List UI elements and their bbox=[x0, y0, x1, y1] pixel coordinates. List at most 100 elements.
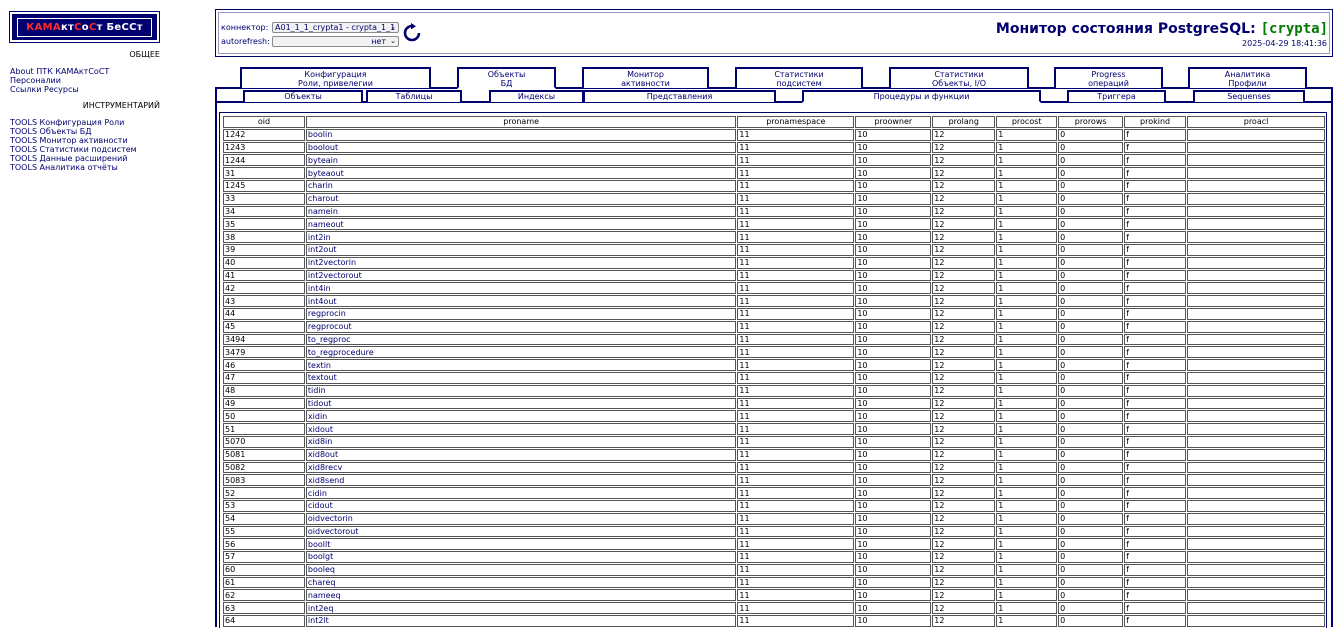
table-row[interactable]: 60 booleq 11 10 12 1 0 f bbox=[223, 563, 1325, 576]
column-header-prorows[interactable]: prorows bbox=[1058, 116, 1124, 128]
main-tab[interactable]: Статистики Объекты, I/O bbox=[889, 67, 1029, 88]
table-row[interactable]: 49 tidout 11 10 12 1 0 f bbox=[223, 397, 1325, 410]
sidebar-link[interactable]: About ПТК КАМАктСоСТ bbox=[10, 67, 109, 76]
sidebar-link[interactable]: TOOLS Статистики подсистем bbox=[10, 145, 137, 154]
table-row[interactable]: 51 xidout 11 10 12 1 0 f bbox=[223, 423, 1325, 435]
cell-proname[interactable]: boolin bbox=[305, 128, 737, 141]
column-header-proowner[interactable]: proowner bbox=[855, 116, 932, 128]
cell-proname[interactable]: nameout bbox=[305, 218, 737, 231]
sidebar-link[interactable]: TOOLS Объекты БД bbox=[10, 127, 91, 136]
table-row[interactable]: 5081 xid8out 11 10 12 1 0 f bbox=[223, 448, 1325, 461]
cell-proname[interactable]: int4out bbox=[305, 295, 737, 307]
main-tab[interactable]: Аналитика Профили bbox=[1188, 67, 1307, 88]
column-header-prolang[interactable]: prolang bbox=[932, 116, 996, 128]
main-tab[interactable]: Монитор активности bbox=[582, 67, 709, 88]
table-row[interactable]: 43 int4out 11 10 12 1 0 f bbox=[223, 295, 1325, 307]
cell-proname[interactable]: nameeq bbox=[305, 589, 737, 602]
table-row[interactable]: 61 chareq 11 10 12 1 0 f bbox=[223, 576, 1325, 589]
table-row[interactable]: 1242 boolin 11 10 12 1 0 f bbox=[223, 128, 1325, 141]
table-row[interactable]: 46 textin 11 10 12 1 0 f bbox=[223, 359, 1325, 371]
table-row[interactable]: 50 xidin 11 10 12 1 0 f bbox=[223, 410, 1325, 423]
table-row[interactable]: 64 int2lt 11 10 12 1 0 f bbox=[223, 615, 1325, 627]
cell-proname[interactable]: booleq bbox=[305, 563, 737, 576]
cell-proname[interactable]: oidvectorout bbox=[305, 525, 737, 538]
cell-proname[interactable]: regprocout bbox=[305, 320, 737, 333]
table-row[interactable]: 63 int2eq 11 10 12 1 0 f bbox=[223, 602, 1325, 615]
table-row[interactable]: 1244 byteain 11 10 12 1 0 f bbox=[223, 154, 1325, 167]
column-header-pronamespace[interactable]: pronamespace bbox=[737, 116, 855, 128]
main-tab[interactable]: Статистики подсистем bbox=[735, 67, 863, 88]
cell-proname[interactable]: byteain bbox=[305, 154, 737, 167]
refresh-icon[interactable] bbox=[402, 23, 422, 43]
cell-proname[interactable]: cidout bbox=[305, 499, 737, 512]
cell-proname[interactable]: to_regproc bbox=[305, 333, 737, 346]
cell-proname[interactable]: xidout bbox=[305, 423, 737, 435]
sidebar-link[interactable]: TOOLS Конфигурация Роли bbox=[10, 118, 124, 127]
table-row[interactable]: 31 byteaout 11 10 12 1 0 f bbox=[223, 167, 1325, 179]
table-row[interactable]: 44 regprocin 11 10 12 1 0 f bbox=[223, 307, 1325, 320]
cell-proname[interactable]: byteaout bbox=[305, 167, 737, 179]
table-row[interactable]: 53 cidout 11 10 12 1 0 f bbox=[223, 499, 1325, 512]
table-row[interactable]: 3494 to_regproc 11 10 12 1 0 f bbox=[223, 333, 1325, 346]
sub-tab[interactable]: Объекты bbox=[243, 90, 363, 102]
cell-proname[interactable]: int2out bbox=[305, 243, 737, 256]
table-row[interactable]: 48 tidin 11 10 12 1 0 f bbox=[223, 384, 1325, 397]
cell-proname[interactable]: int2eq bbox=[305, 602, 737, 615]
table-row[interactable]: 34 namein 11 10 12 1 0 f bbox=[223, 205, 1325, 218]
cell-proname[interactable]: int2lt bbox=[305, 615, 737, 627]
cell-proname[interactable]: textout bbox=[305, 371, 737, 384]
table-row[interactable]: 5083 xid8send 11 10 12 1 0 f bbox=[223, 474, 1325, 487]
table-row[interactable]: 42 int4in 11 10 12 1 0 f bbox=[223, 282, 1325, 295]
cell-proname[interactable]: xid8out bbox=[305, 448, 737, 461]
cell-proname[interactable]: tidout bbox=[305, 397, 737, 410]
column-header-oid[interactable]: oid bbox=[223, 116, 305, 128]
sub-tab[interactable]: Таблицы bbox=[366, 90, 462, 102]
table-row[interactable]: 3479 to_regprocedure 11 10 12 1 0 f bbox=[223, 346, 1325, 359]
cell-proname[interactable]: cidin bbox=[305, 487, 737, 499]
sidebar-link[interactable]: TOOLS Аналитика отчёты bbox=[10, 163, 118, 172]
cell-proname[interactable]: xidin bbox=[305, 410, 737, 423]
cell-proname[interactable]: int2vectorin bbox=[305, 256, 737, 269]
table-row[interactable]: 1243 boolout 11 10 12 1 0 f bbox=[223, 141, 1325, 154]
sub-tab[interactable]: Sequenses bbox=[1193, 90, 1305, 102]
cell-proname[interactable]: chareq bbox=[305, 576, 737, 589]
cell-proname[interactable]: oidvectorin bbox=[305, 512, 737, 525]
table-row[interactable]: 40 int2vectorin 11 10 12 1 0 f bbox=[223, 256, 1325, 269]
table-row[interactable]: 38 int2in 11 10 12 1 0 f bbox=[223, 231, 1325, 243]
table-row[interactable]: 62 nameeq 11 10 12 1 0 f bbox=[223, 589, 1325, 602]
table-row[interactable]: 57 boolgt 11 10 12 1 0 f bbox=[223, 551, 1325, 563]
logo[interactable]: КАМАктСоСт БеССт bbox=[9, 11, 160, 43]
sidebar-link[interactable]: TOOLS Данные расширений bbox=[10, 154, 127, 163]
sub-tab[interactable]: Триггера bbox=[1067, 90, 1166, 102]
sidebar-link[interactable]: TOOLS Монитор активности bbox=[10, 136, 128, 145]
table-row[interactable]: 39 int2out 11 10 12 1 0 f bbox=[223, 243, 1325, 256]
sub-tab[interactable]: Представления bbox=[583, 90, 776, 102]
connector-select[interactable]: A01_1_1_crypta1 - crypta_1_1 ⌄ bbox=[272, 22, 399, 33]
sidebar-link[interactable]: Ссылки Ресурсы bbox=[10, 85, 79, 94]
cell-proname[interactable]: to_regprocedure bbox=[305, 346, 737, 359]
column-header-procost[interactable]: procost bbox=[996, 116, 1058, 128]
cell-proname[interactable]: boolgt bbox=[305, 551, 737, 563]
table-row[interactable]: 5082 xid8recv 11 10 12 1 0 f bbox=[223, 461, 1325, 474]
autorefresh-select[interactable]: нет ⌄ bbox=[272, 36, 399, 47]
cell-proname[interactable]: textin bbox=[305, 359, 737, 371]
cell-proname[interactable]: regprocin bbox=[305, 307, 737, 320]
cell-proname[interactable]: boolout bbox=[305, 141, 737, 154]
sub-tab[interactable]: Процедуры и функции bbox=[802, 90, 1041, 103]
cell-proname[interactable]: int4in bbox=[305, 282, 737, 295]
table-row[interactable]: 5070 xid8in 11 10 12 1 0 f bbox=[223, 435, 1325, 448]
main-tab[interactable]: Конфигурация Роли, привелегии bbox=[240, 67, 431, 88]
table-row[interactable]: 56 boollt 11 10 12 1 0 f bbox=[223, 538, 1325, 551]
cell-proname[interactable]: tidin bbox=[305, 384, 737, 397]
column-header-proacl[interactable]: proacl bbox=[1187, 116, 1325, 128]
table-row[interactable]: 45 regprocout 11 10 12 1 0 f bbox=[223, 320, 1325, 333]
cell-proname[interactable]: int2in bbox=[305, 231, 737, 243]
table-row[interactable]: 55 oidvectorout 11 10 12 1 0 f bbox=[223, 525, 1325, 538]
cell-proname[interactable]: int2vectorout bbox=[305, 269, 737, 282]
sub-tab[interactable]: Индексы bbox=[489, 90, 584, 102]
main-tab[interactable]: Объекты БД bbox=[457, 67, 556, 89]
cell-proname[interactable]: xid8recv bbox=[305, 461, 737, 474]
cell-proname[interactable]: namein bbox=[305, 205, 737, 218]
table-row[interactable]: 52 cidin 11 10 12 1 0 f bbox=[223, 487, 1325, 499]
table-row[interactable]: 1245 charin 11 10 12 1 0 f bbox=[223, 179, 1325, 192]
